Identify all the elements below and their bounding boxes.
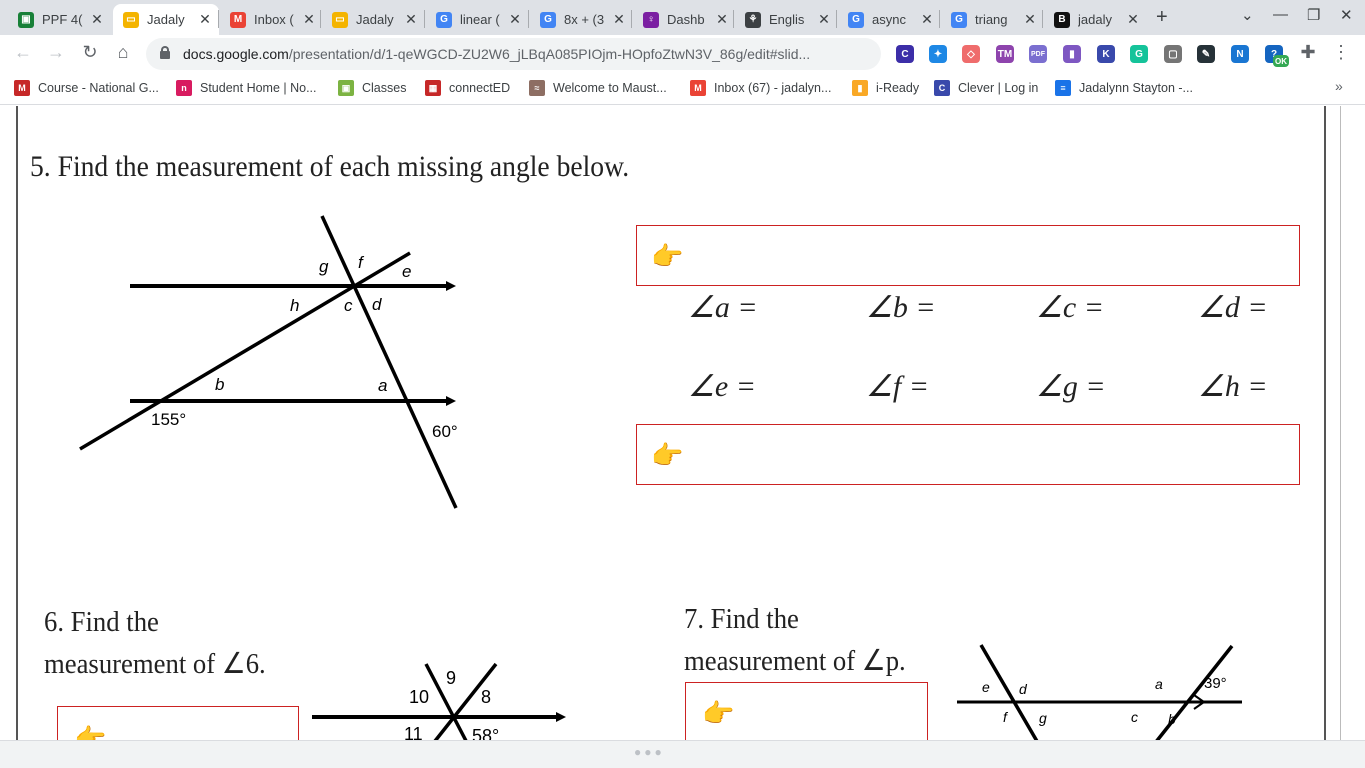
q6-prompt-line2: measurement of ∠6.	[44, 648, 266, 680]
label-g: g	[319, 257, 329, 276]
fig7-label-e: e	[982, 679, 990, 695]
angle-c-label: ∠c =	[1036, 291, 1104, 324]
fig7-label-f: f	[1003, 709, 1009, 725]
fig7-label-a: a	[1155, 676, 1163, 692]
q7-prompt-line1: 7. Find the	[684, 603, 799, 635]
q5-answer-box-bottom[interactable]: 👉	[636, 424, 1300, 485]
pointing-hand-icon: 👉	[651, 241, 684, 271]
angle-a-label: ∠a =	[688, 291, 758, 324]
label-e: e	[402, 262, 411, 281]
fig7-label-39-degrees: 39°	[1204, 675, 1227, 692]
fig7-label-c: c	[1131, 709, 1138, 725]
speaker-notes-bar: ●●●	[0, 740, 1365, 768]
label-d: d	[372, 295, 382, 314]
label-h: h	[290, 296, 299, 315]
pointing-hand-icon: 👉	[651, 440, 684, 470]
label-9: 9	[446, 668, 456, 688]
fig5-transversal-1	[79, 251, 411, 451]
label-a: a	[378, 376, 387, 395]
label-60-degrees: 60°	[432, 422, 458, 441]
q7-answer-box[interactable]: 👉	[685, 682, 928, 746]
fig7-transversal-1	[979, 644, 1047, 756]
fig7-transversal-2	[1146, 644, 1234, 754]
angle-f-label: ∠f =	[866, 370, 929, 403]
q7-prompt-line2: measurement of ∠p.	[684, 645, 906, 677]
drag-handle-icon[interactable]: ●●●	[634, 745, 665, 759]
q6-prompt-line1: 6. Find the	[44, 606, 159, 638]
angle-e-label: ∠e =	[688, 370, 756, 403]
label-c: c	[344, 296, 353, 315]
angle-g-label: ∠g =	[1036, 370, 1106, 403]
angle-h-label: ∠h =	[1198, 370, 1268, 403]
q5-answer-box-top[interactable]: 👉	[636, 225, 1300, 286]
label-8: 8	[481, 687, 491, 707]
label-b: b	[215, 375, 224, 394]
fig7-label-b: b	[1168, 711, 1176, 727]
angle-b-label: ∠b =	[866, 291, 936, 324]
pointing-hand-icon: 👉	[702, 698, 735, 728]
label-155-degrees: 155°	[151, 410, 186, 429]
label-10: 10	[409, 687, 429, 707]
fig7-label-d: d	[1019, 681, 1028, 697]
fig5-transversal-2	[320, 215, 458, 509]
fig7-label-g: g	[1039, 710, 1047, 726]
label-f: f	[358, 253, 365, 272]
angle-d-label: ∠d =	[1198, 291, 1268, 324]
